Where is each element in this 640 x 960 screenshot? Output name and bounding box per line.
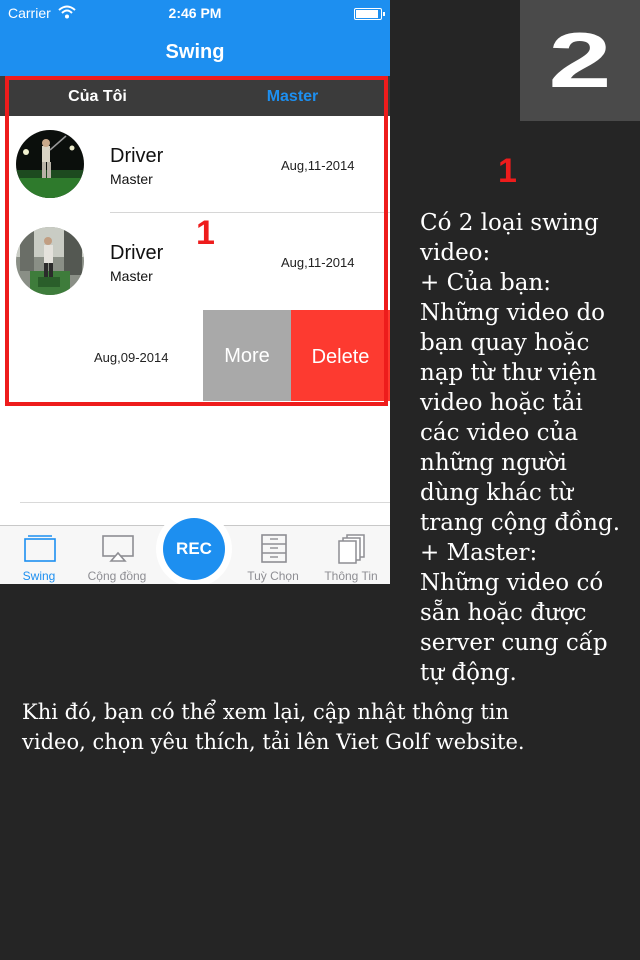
info-tab-icon [338,534,365,564]
record-button[interactable]: REC [156,511,232,584]
options-tab-icon [261,534,287,563]
carrier-label: Carrier [8,5,51,21]
annotation-marker: 1 [196,214,215,252]
more-button[interactable]: More [203,310,291,401]
segment-master[interactable]: Master [195,76,390,116]
row-date: Aug,11-2014 [281,255,355,270]
list-item[interactable]: Driver Master Aug,11-2014 [0,116,390,213]
row-subtitle: Master [110,268,153,284]
description-line: Những video có [420,570,604,596]
list-item-swiped[interactable]: Aug,09-2014 More Delete [0,310,390,401]
record-button-label: REC [163,518,225,580]
footer-line: Khi đó, bạn có thể xem lại, cập nhật thô… [22,700,510,724]
description-line: video hoặc tải [420,390,583,416]
description-line: bạn quay hoặc [420,330,590,356]
row-title: Driver [110,145,164,167]
tab-community[interactable]: Cộng đồng [78,526,156,584]
description-line: + Master: [420,540,538,566]
phone-screen: Carrier 2:46 PM Swing Của Tôi Master Dri… [0,0,390,584]
tab-label: Cộng đồng [87,569,147,583]
page-title: Swing [165,41,225,63]
tab-label: Thông Tin [324,569,378,583]
tab-label: Tuỳ Chọn [247,569,299,583]
row-date: Aug,11-2014 [281,158,355,173]
row-date: Aug,09-2014 [94,350,169,365]
wifi-icon [58,5,76,19]
description-line: video: [420,240,491,266]
navigation-bar: Carrier 2:46 PM Swing [0,0,390,76]
description-line: tự động. [420,660,517,686]
tab-label: Swing [22,569,56,583]
description-line: dùng khác từ [420,480,574,506]
video-thumbnail [16,130,84,198]
step-badge: 2 [520,0,640,121]
row-title: Driver [110,242,164,264]
list-item[interactable]: Driver Master Aug,11-2014 [0,213,390,310]
description-line: những người [420,450,567,476]
community-tab-icon [102,535,134,562]
description-line: + Của bạn: [420,270,552,296]
tab-options[interactable]: Tuỳ Chọn [234,526,312,584]
delete-button[interactable]: Delete [291,310,390,401]
footer-line: video, chọn yêu thích, tải lên Viet Golf… [22,730,525,754]
description-line: server cung cấp [420,630,608,656]
segmented-control: Của Tôi Master [0,76,390,116]
tab-swing[interactable]: Swing [0,526,78,584]
tab-info[interactable]: Thông Tin [312,526,390,584]
battery-icon [354,8,385,20]
swing-tab-icon [24,535,56,562]
step-number: 2 [548,16,612,104]
annotation-marker: 1 [498,152,517,190]
video-thumbnail [16,227,84,295]
list-separator [20,502,390,503]
annotation-description: Có 2 loại swing video: + Của bạn: Những … [420,208,638,688]
annotation-footer: Khi đó, bạn có thể xem lại, cập nhật thô… [22,697,632,757]
segment-mine[interactable]: Của Tôi [0,76,195,116]
description-line: trang cộng đồng. [420,510,621,536]
description-line: sẵn hoặc được [420,600,587,626]
description-line: các video của [420,420,579,446]
description-line: Những video do [420,300,606,326]
description-line: Có 2 loại swing [420,210,599,236]
description-line: nạp từ thư viện [420,360,597,386]
row-subtitle: Master [110,171,153,187]
